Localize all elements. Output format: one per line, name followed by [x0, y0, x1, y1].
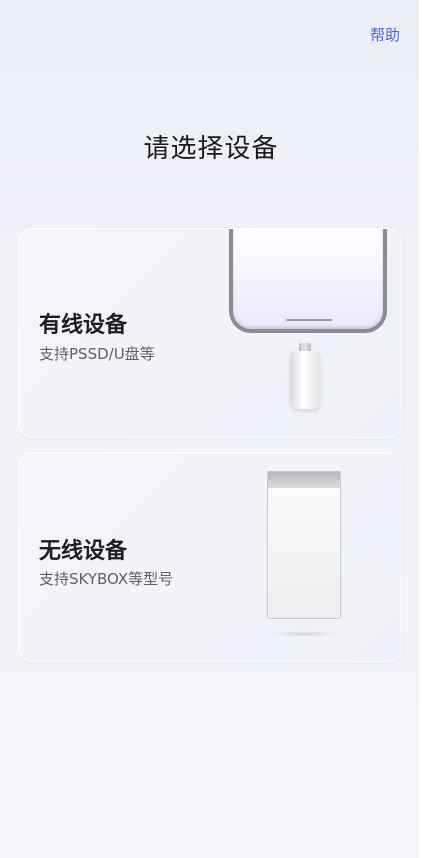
- skybox-shadow: [269, 631, 339, 637]
- help-link[interactable]: 帮助: [370, 24, 400, 45]
- wireless-device-subtitle: 支持SKYBOX等型号: [39, 570, 174, 588]
- wireless-device-title: 无线设备: [39, 539, 128, 564]
- skybox-illustration: [267, 471, 341, 619]
- wireless-device-card[interactable]: 无线设备 支持SKYBOX等型号: [18, 452, 402, 662]
- skybox-top-band: [268, 472, 340, 488]
- wired-device-subtitle: 支持PSSD/U盘等: [39, 345, 155, 363]
- usb-drive-illustration: [290, 351, 320, 409]
- wired-device-card[interactable]: 有线设备 支持PSSD/U盘等: [18, 228, 402, 438]
- page-title: 请选择设备: [143, 134, 279, 164]
- wired-device-title: 有线设备: [39, 313, 128, 338]
- phone-home-bar: [286, 319, 332, 321]
- phone-illustration: [229, 229, 387, 333]
